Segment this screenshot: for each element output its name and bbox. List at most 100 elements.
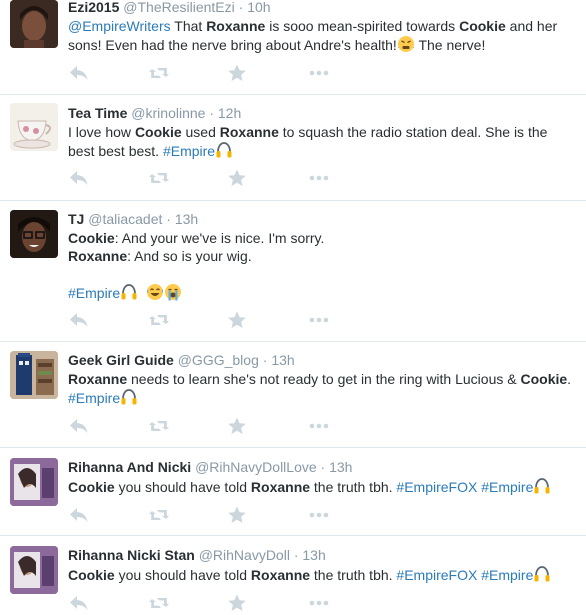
hashtag-link[interactable]: #EmpireFOX [396,479,477,495]
avatar[interactable] [10,103,58,151]
tweet-header: Geek Girl Guide @GGG_blog · 13h [68,351,295,369]
author-handle[interactable]: @GGG_blog [178,352,259,368]
text: you should have told [118,567,248,583]
highlight: Cookie [68,567,115,583]
author-handle[interactable]: @RihNavyDollLove [195,459,317,475]
avatar[interactable] [10,458,58,506]
highlight: Cookie [520,371,568,387]
separator-dot: · [209,105,214,121]
hashtag-link[interactable]: #EmpireFOX [396,567,477,583]
more-icon[interactable] [308,63,330,83]
headphones-emoji [120,388,138,410]
author-handle[interactable]: @krinolinne [131,105,205,121]
text: the truth tbh. [313,567,393,583]
retweet-icon[interactable] [148,505,170,525]
text: the truth tbh. [313,479,393,495]
star-icon[interactable] [226,310,248,330]
highlight: Roxanne [68,371,128,387]
highlight: Roxanne [219,124,279,140]
author-handle[interactable]: @RihNavyDoll [199,547,290,563]
more-icon[interactable] [308,310,330,330]
timestamp[interactable]: 10h [247,0,270,15]
author-handle[interactable]: @TheResilientEzi [123,0,234,15]
tweet: Geek Girl Guide @GGG_blog · 13h Roxanne … [0,342,586,448]
reply-icon[interactable] [68,593,90,613]
tweet-header: TJ @taliacadet · 13h [68,210,198,228]
star-icon[interactable] [226,505,248,525]
avatar[interactable] [10,0,58,48]
hashtag-link[interactable]: #Empire [68,390,120,406]
text: you should have told [118,479,248,495]
loudly-crying-emoji [164,283,182,305]
author-handle[interactable]: @taliacadet [88,211,162,227]
highlight: Roxanne [206,18,266,34]
star-icon[interactable] [226,63,248,83]
timestamp[interactable]: 13h [271,352,294,368]
hashtag-link[interactable]: #Empire [68,285,120,301]
timestamp[interactable]: 12h [218,105,241,121]
text: used [185,124,216,140]
star-icon[interactable] [226,416,248,436]
more-icon[interactable] [308,505,330,525]
text: . [567,371,572,387]
retweet-icon[interactable] [148,63,170,83]
separator-dot: · [166,211,171,227]
tweet-text: Cookie you should have told Roxanne the … [68,477,576,499]
avatar[interactable] [10,351,58,399]
hashtag-link[interactable]: #Empire [481,479,533,495]
retweet-icon[interactable] [148,593,170,613]
tweet-header: Rihanna Nicki Stan @RihNavyDoll · 13h [68,546,326,564]
tweet: Rihanna And Nicki @RihNavyDollLove · 13h… [0,448,586,536]
highlight: Roxanne [68,248,128,264]
author-name[interactable]: Rihanna Nicki Stan [68,547,195,563]
star-icon[interactable] [226,593,248,613]
tweet-header: Rihanna And Nicki @RihNavyDollLove · 13h [68,458,352,476]
reply-icon[interactable] [68,416,90,436]
timestamp[interactable]: 13h [302,547,325,563]
text: : And your we've is nice. I'm sorry. [114,230,325,246]
separator-dot: · [320,459,326,475]
star-icon[interactable] [226,168,248,188]
headphones-emoji [215,141,233,163]
highlight: Cookie [459,18,506,34]
tweet: TJ @taliacadet · 13h Cookie: And your we… [0,201,586,342]
more-icon[interactable] [308,593,330,613]
hashtag-link[interactable]: #Empire [163,143,215,159]
author-name[interactable]: Geek Girl Guide [68,352,174,368]
tweet-header: Tea Time @krinolinne · 12h [68,104,241,122]
reply-icon[interactable] [68,168,90,188]
separator-dot: · [293,547,299,563]
headphones-emoji [533,565,551,587]
more-icon[interactable] [308,168,330,188]
author-name[interactable]: Ezi2015 [68,0,119,15]
tweet-header: Ezi2015 @TheResilientEzi · 10h [68,0,271,16]
retweet-icon[interactable] [148,168,170,188]
avatar[interactable] [10,210,58,258]
reply-icon[interactable] [68,505,90,525]
reply-icon[interactable] [68,310,90,330]
text: That [174,18,203,34]
mention-link[interactable]: @EmpireWriters [68,18,171,34]
timestamp[interactable]: 13h [329,459,352,475]
avatar[interactable] [10,546,58,594]
text: needs to learn she's not ready to get in… [131,371,517,387]
tweet: Rihanna Nicki Stan @RihNavyDoll · 13h Co… [0,536,586,615]
highlight: Roxanne [250,479,311,495]
tweet: Tea Time @krinolinne · 12h I love how Co… [0,95,586,201]
tears-of-joy-emoji [146,283,164,305]
text: I love how [68,124,132,140]
highlight: Cookie [134,124,182,140]
hashtag-link[interactable]: #Empire [481,567,533,583]
author-name[interactable]: Rihanna And Nicki [68,459,191,475]
more-icon[interactable] [308,416,330,436]
author-name[interactable]: Tea Time [68,105,127,121]
author-name[interactable]: TJ [68,211,84,227]
reply-icon[interactable] [68,63,90,83]
retweet-icon[interactable] [148,416,170,436]
text: : And so is your wig. [127,248,252,264]
tweet-text: @EmpireWriters That Roxanne is sooo mean… [68,17,576,57]
frustrated-face-emoji [397,35,415,57]
retweet-icon[interactable] [148,310,170,330]
text: is sooo mean-spirited towards [269,18,456,34]
timestamp[interactable]: 13h [175,211,198,227]
